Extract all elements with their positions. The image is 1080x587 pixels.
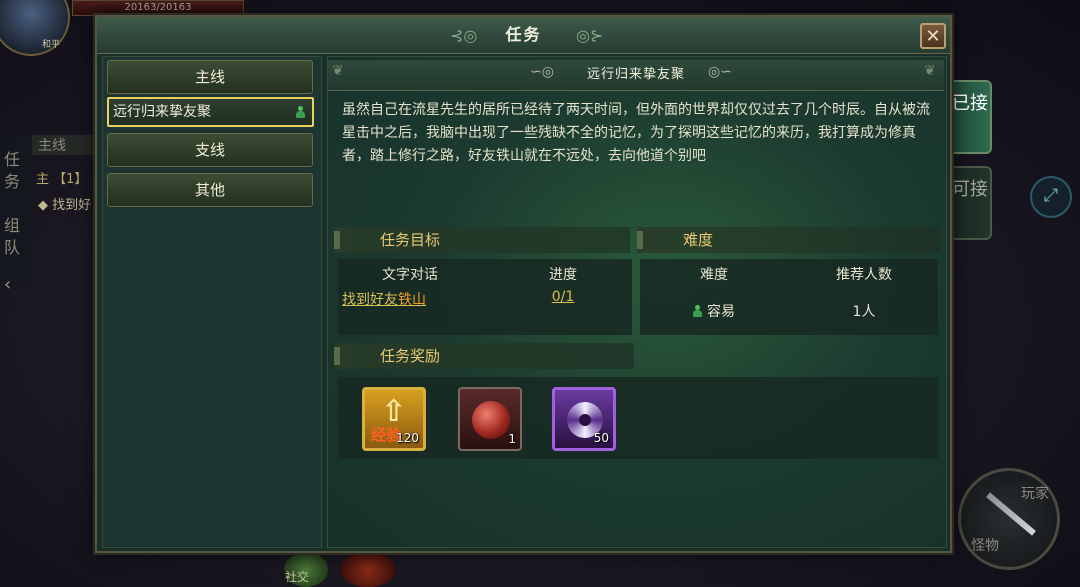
hp-bar: 20163/20163 [72,0,244,16]
tab-accepted[interactable]: 已接 [950,80,992,154]
left-side-panel: 任 务 组 队 ‹ [0,136,30,295]
reward-red-orb-item[interactable]: 1 [458,387,522,451]
pk-mode-badge[interactable]: 和平 [42,37,60,50]
difficulty-value-cell: 容易 [640,301,788,321]
rewards-heading: 任务奖励 [334,343,634,369]
difficulty-heading: 难度 [637,227,940,253]
person-icon [693,305,702,317]
reward-qty: 1 [508,432,516,446]
social-label: 社交 [285,570,310,584]
bg-quest-entry[interactable]: 主 【1】 [36,168,87,187]
red-orb-icon [472,401,510,439]
difficulty-col-players: 推荐人数 [836,267,892,283]
nav-side-quest[interactable]: 支线 [107,133,313,167]
objectives-heading: 任务目标 [334,227,630,253]
nav-main-quest[interactable]: 主线 [107,60,313,94]
recommended-players: 1人 [852,304,876,320]
side-tab-char[interactable]: 组 [4,216,24,236]
side-tab-char[interactable]: 务 [4,172,24,192]
reward-qty: 50 [593,431,609,445]
quest-title: 远行归来挚友聚 [586,67,685,82]
side-tab-char[interactable]: 任 [4,150,24,170]
tab-available[interactable]: 可接 [950,166,992,240]
objectives-col-progress: 进度 [549,267,577,283]
reward-exp-item[interactable]: ⇧ 经验 120 [362,387,426,451]
nav-other[interactable]: 其他 [107,173,313,207]
fullscreen-icon[interactable]: ⤢ [1030,176,1072,218]
objective-prefix: 找到好友 [342,292,398,308]
difficulty-value: 容易 [707,304,735,320]
objective-progress: 0/1 [551,289,575,305]
bg-quest-tab[interactable]: 主线 [32,135,96,155]
difficulty-col-level: 难度 [700,267,728,283]
bg-quest-objective[interactable]: ◆ 找到好 [38,194,91,213]
side-tab-char[interactable]: 队 [4,238,24,258]
window-title: 任务 [505,25,542,44]
attack-skill-button[interactable]: 玩家 怪物 [958,468,1060,570]
nav-quest-item-selected[interactable]: 远行归来挚友聚 [107,97,314,127]
mask-icon[interactable] [340,552,396,587]
quest-nav-panel [102,56,322,548]
rewards-box [338,377,938,459]
nav-quest-item-label: 远行归来挚友聚 [113,104,211,120]
objectives-col-task: 文字对话 [382,267,438,283]
collapse-arrow-icon[interactable]: ‹ [4,274,11,295]
objective-target: 铁山 [398,292,426,308]
reward-purple-rune-item[interactable]: 50 [552,387,616,451]
skill-label-bottom: 怪物 [971,538,999,554]
skill-label-top: 玩家 [1021,486,1049,502]
quest-description: 虽然自己在流星先生的居所已经待了两天时间，但外面的世界却仅仅过去了几个时辰。自从… [342,102,930,164]
objective-link[interactable]: 找到好友铁山 [342,289,426,309]
reward-qty: 120 [396,431,419,445]
rune-center [579,414,591,426]
person-icon [296,106,305,118]
close-button[interactable]: ✕ [920,23,946,49]
